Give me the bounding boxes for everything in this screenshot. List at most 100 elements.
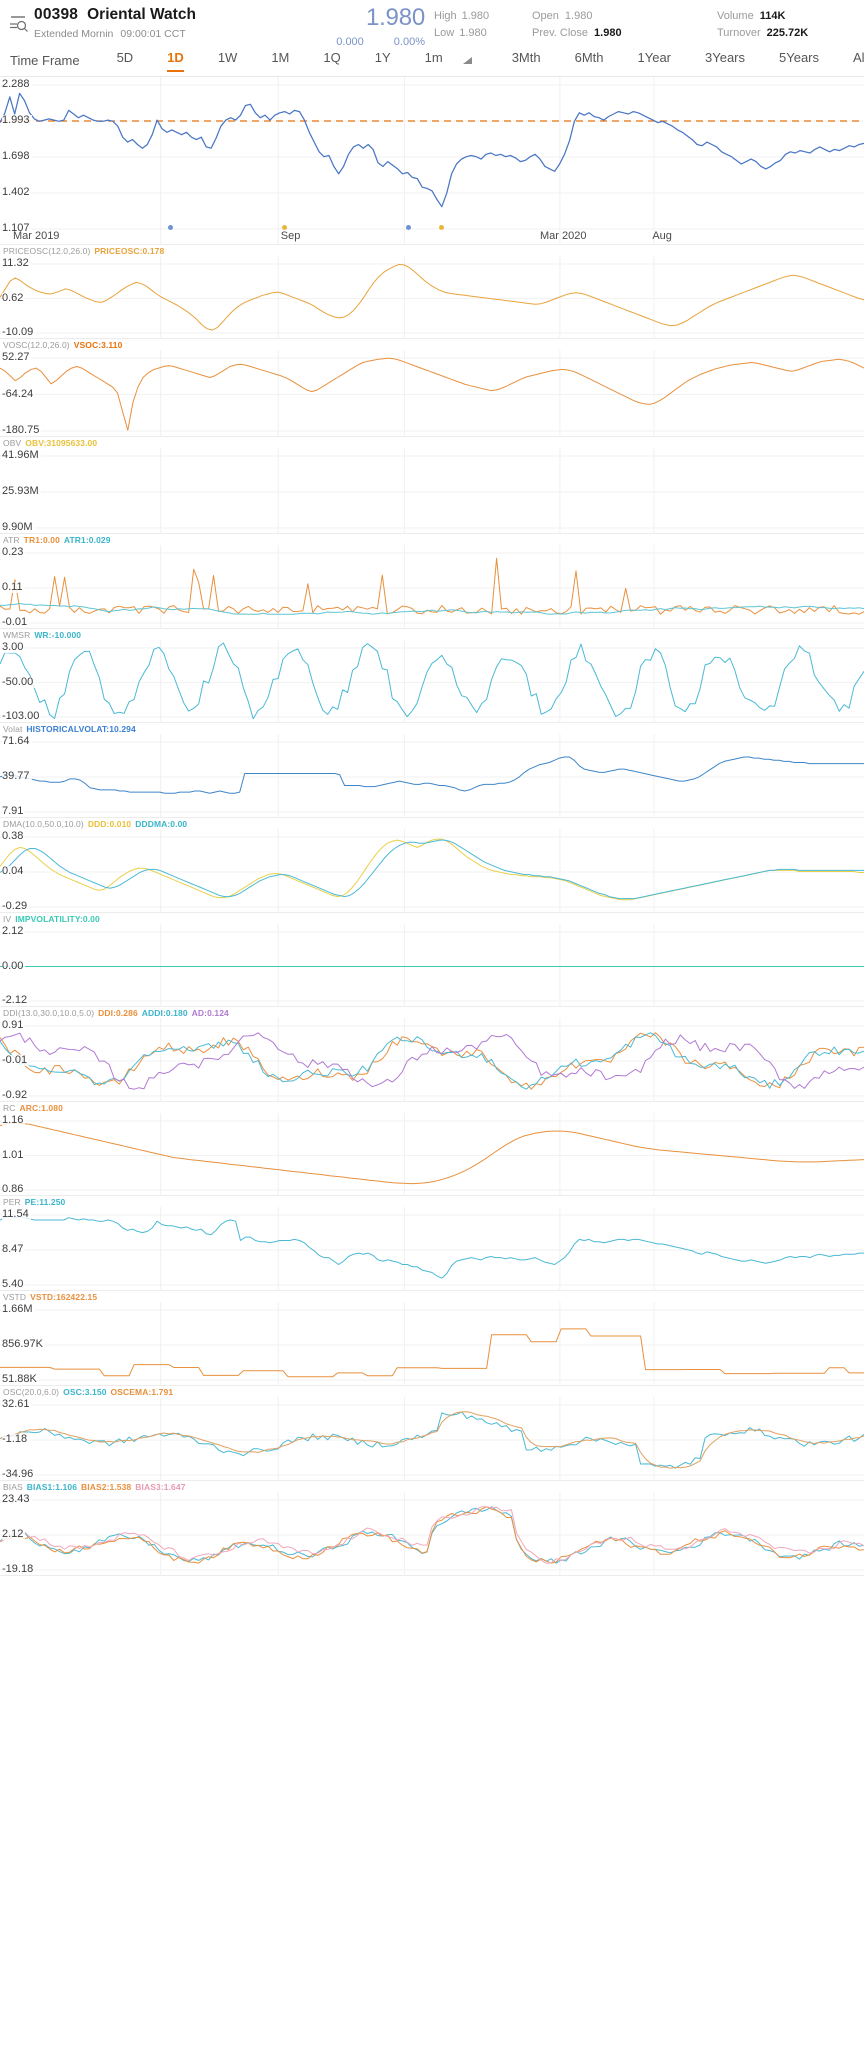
panel-dma[interactable]: DMA(10.0,50.0,10.0) DDD:0.010 DDDMA:0.00 0.… (0, 818, 864, 913)
plot-area-price[interactable]: 2.288 1.993 1.698 1.402 1.107 Mar 2019 Sep Mar … (0, 77, 864, 245)
panel-ddi[interactable]: DDI(13.0,30.0,10.0,5.0) DDI:0.286 ADDI:0.1… (0, 1007, 864, 1102)
series-wmsr-wr (0, 642, 864, 720)
y-tick-vosc-2: -180.75 (2, 424, 42, 436)
change-absolute: 0.000 (336, 36, 364, 48)
indicator-value-bias-1: BIAS2:1.538 (81, 1482, 132, 1492)
plot-area-vstd[interactable]: 1.66M 856.97K 51.88K (0, 1291, 864, 1386)
range-item-3mth[interactable]: 3Mth (512, 48, 541, 72)
panel-header-vstd[interactable]: VSTD VSTD:162422.15 (3, 1292, 97, 1302)
y-tick-price-1: 1.993 (2, 114, 32, 126)
turnover-row: Turnover 225.72K (717, 27, 854, 39)
timeframe-item-1w[interactable]: 1W (218, 48, 238, 72)
series-vstd-vstd (0, 1328, 864, 1378)
panel-header-volat[interactable]: Volat HISTORICALVOLAT:10.294 (3, 724, 136, 734)
caret-down-icon[interactable] (462, 55, 473, 66)
plot-area-dma[interactable]: 0.38 0.04 -0.29 (0, 818, 864, 913)
panel-header-per[interactable]: PER PE:11.250 (3, 1197, 65, 1207)
y-tick-price-2: 1.698 (2, 150, 32, 162)
panel-header-vosc[interactable]: VOSC(12.0,26.0) VSOC:3.110 (3, 340, 122, 350)
indicator-value-atr-0: TR1:0.00 (23, 535, 60, 545)
plot-area-ddi[interactable]: 0.91 -0.01 -0.92 (0, 1007, 864, 1102)
indicator-value-ddi-2: AD:0.124 (191, 1008, 229, 1018)
panel-price[interactable]: 2.288 1.993 1.698 1.402 1.107 Mar 2019 Sep Mar … (0, 77, 864, 245)
indicator-name-rc: RC (3, 1103, 16, 1113)
y-tick-vstd-1: 856.97K (2, 1338, 45, 1350)
panel-osc[interactable]: OSC(20.0,6.0) OSC:3.150 OSCEMA:1.791 32.61-… (0, 1386, 864, 1481)
y-tick-ddi-2: -0.92 (2, 1089, 30, 1101)
y-tick-iv-0: 2.12 (2, 925, 26, 937)
y-tick-wmsr-1: -50.00 (2, 675, 36, 688)
panel-header-bias[interactable]: BIAS BIAS1:1.106 BIAS2:1.538 BIAS3:1.647 (3, 1482, 186, 1492)
panel-atr[interactable]: ATR TR1:0.00 ATR1:0.029 0.23 0.11 -0.01 (0, 534, 864, 629)
change-percent: 0.00% (393, 36, 425, 48)
plot-area-osc[interactable]: 32.61 -1.18 -34.96 (0, 1386, 864, 1481)
x-tick-3: Aug (652, 230, 672, 242)
panel-header-dma[interactable]: DMA(10.0,50.0,10.0) DDD:0.010 DDDMA:0.00 (3, 819, 187, 829)
timeframe-item-1y[interactable]: 1Y (375, 48, 391, 72)
panel-priceosc[interactable]: PRICEOSC(12.0,26.0) PRICEOSC:0.178 11.32 0.… (0, 245, 864, 339)
panel-header-osc[interactable]: OSC(20.0,6.0) OSC:3.150 OSCEMA:1.791 (3, 1387, 173, 1397)
volume-row: Volume 114K (717, 10, 854, 22)
indicator-name-volat: Volat (3, 724, 23, 734)
range-item-1year[interactable]: 1Year (638, 48, 672, 72)
y-tick-bias-2: -19.18 (2, 1563, 36, 1575)
plot-area-volat[interactable]: 71.64 39.77 7.91 (0, 723, 864, 818)
panel-header-atr[interactable]: ATR TR1:0.00 ATR1:0.029 (3, 535, 111, 545)
plot-area-per[interactable]: 11.54 8.47 5.40 (0, 1196, 864, 1291)
timeframe-item-5d[interactable]: 5D (117, 48, 134, 72)
indicator-name-ddi: DDI(13.0,30.0,10.0,5.0) (3, 1008, 95, 1018)
plot-area-obv[interactable]: 41.96M 25.93M 9.90M (0, 437, 864, 534)
panel-header-iv[interactable]: IV IMPVOLATILITY:0.00 (3, 914, 100, 924)
range-item-5years[interactable]: 5Years (779, 48, 819, 72)
menu-search-icon[interactable] (8, 6, 34, 36)
panel-header-obv[interactable]: OBV OBV:31095633.00 (3, 438, 97, 448)
indicator-value-dma-1: DDDMA:0.00 (135, 819, 188, 829)
panel-bias[interactable]: BIAS BIAS1:1.106 BIAS2:1.538 BIAS3:1.647 23.… (0, 1481, 864, 1576)
indicator-value-rc-0: ARC:1.080 (19, 1103, 63, 1113)
timeframe-item-1m[interactable]: 1m (425, 48, 443, 72)
panel-header-rc[interactable]: RC ARC:1.080 (3, 1103, 63, 1113)
plot-area-atr[interactable]: 0.23 0.11 -0.01 (0, 534, 864, 629)
panel-header-ddi[interactable]: DDI(13.0,30.0,10.0,5.0) DDI:0.286 ADDI:0.1… (3, 1008, 229, 1018)
range-item-all[interactable]: All (853, 48, 864, 72)
indicator-panel-stack[interactable]: 2.288 1.993 1.698 1.402 1.107 Mar 2019 Sep Mar … (0, 77, 864, 1576)
open-block: Open 1.980 Prev. Close 1.980 (532, 6, 717, 44)
panel-vstd[interactable]: VSTD VSTD:162422.15 1.66M 856.97K 51.88K (0, 1291, 864, 1386)
open-row: Open 1.980 (532, 10, 717, 22)
volume-value: 114K (759, 10, 786, 22)
plot-area-rc[interactable]: 1.16 1.01 0.86 (0, 1102, 864, 1196)
indicator-value-dma-0: DDD:0.010 (87, 819, 132, 829)
y-tick-bias-0: 23.43 (2, 1493, 32, 1505)
range-item-6mth[interactable]: 6Mth (575, 48, 604, 72)
volume-label: Volume (717, 10, 754, 22)
x-tick-0: Mar 2019 (12, 230, 60, 242)
panel-header-priceosc[interactable]: PRICEOSC(12.0,26.0) PRICEOSC:0.178 (3, 246, 164, 256)
panel-rc[interactable]: RC ARC:1.080 1.16 1.01 0.86 (0, 1102, 864, 1196)
panel-per[interactable]: PER PE:11.250 11.54 8.47 5.40 (0, 1196, 864, 1291)
series-atr-tr1 (0, 557, 864, 615)
timeframe-item-1d[interactable]: 1D (167, 48, 184, 72)
panel-volat[interactable]: Volat HISTORICALVOLAT:10.294 71.64 39.77 7.9… (0, 723, 864, 818)
y-tick-vosc-1: -64.24 (2, 387, 36, 400)
timeframe-bar: Time Frame 5D 1D 1W 1M 1Q 1Y 1m 3Mth 6Mth 1Year 3… (0, 44, 864, 77)
plot-area-priceosc[interactable]: 11.32 0.62 -10.09 (0, 245, 864, 339)
timeframe-item-1q[interactable]: 1Q (323, 48, 340, 72)
panel-header-wmsr[interactable]: WMSR WR:-10.000 (3, 630, 81, 640)
y-tick-volat-2: 7.91 (2, 805, 26, 817)
indicator-value-priceosc-0: PRICEOSC:0.178 (94, 246, 165, 256)
panel-vosc[interactable]: VOSC(12.0,26.0) VSOC:3.110 52.27 -64.24 -180… (0, 339, 864, 437)
indicator-value-vstd-0: VSTD:162422.15 (30, 1292, 98, 1302)
plot-area-wmsr[interactable]: 3.00 -50.00 -103.00 (0, 629, 864, 723)
plot-area-bias[interactable]: 23.43 2.12 -19.18 (0, 1481, 864, 1576)
plot-area-vosc[interactable]: 52.27 -64.24 -180.75 (0, 339, 864, 437)
series-volat-historicalvolat (0, 756, 864, 794)
panel-iv[interactable]: IV IMPVOLATILITY:0.00 2.12 0.00 -2.12 (0, 913, 864, 1007)
symbol-block: 00398 Oriental Watch Extended Mornin 09:… (34, 6, 302, 40)
panel-wmsr[interactable]: WMSR WR:-10.000 3.00 -50.00 -103.00 (0, 629, 864, 723)
y-tick-priceosc-0: 11.32 (2, 257, 31, 269)
indicator-value-osc-0: OSC:3.150 (63, 1387, 107, 1397)
plot-area-iv[interactable]: 2.12 0.00 -2.12 (0, 913, 864, 1007)
range-item-3years[interactable]: 3Years (705, 48, 745, 72)
panel-obv[interactable]: OBV OBV:31095633.00 41.96M 25.93M 9.90M (0, 437, 864, 534)
timeframe-item-1m[interactable]: 1M (271, 48, 289, 72)
